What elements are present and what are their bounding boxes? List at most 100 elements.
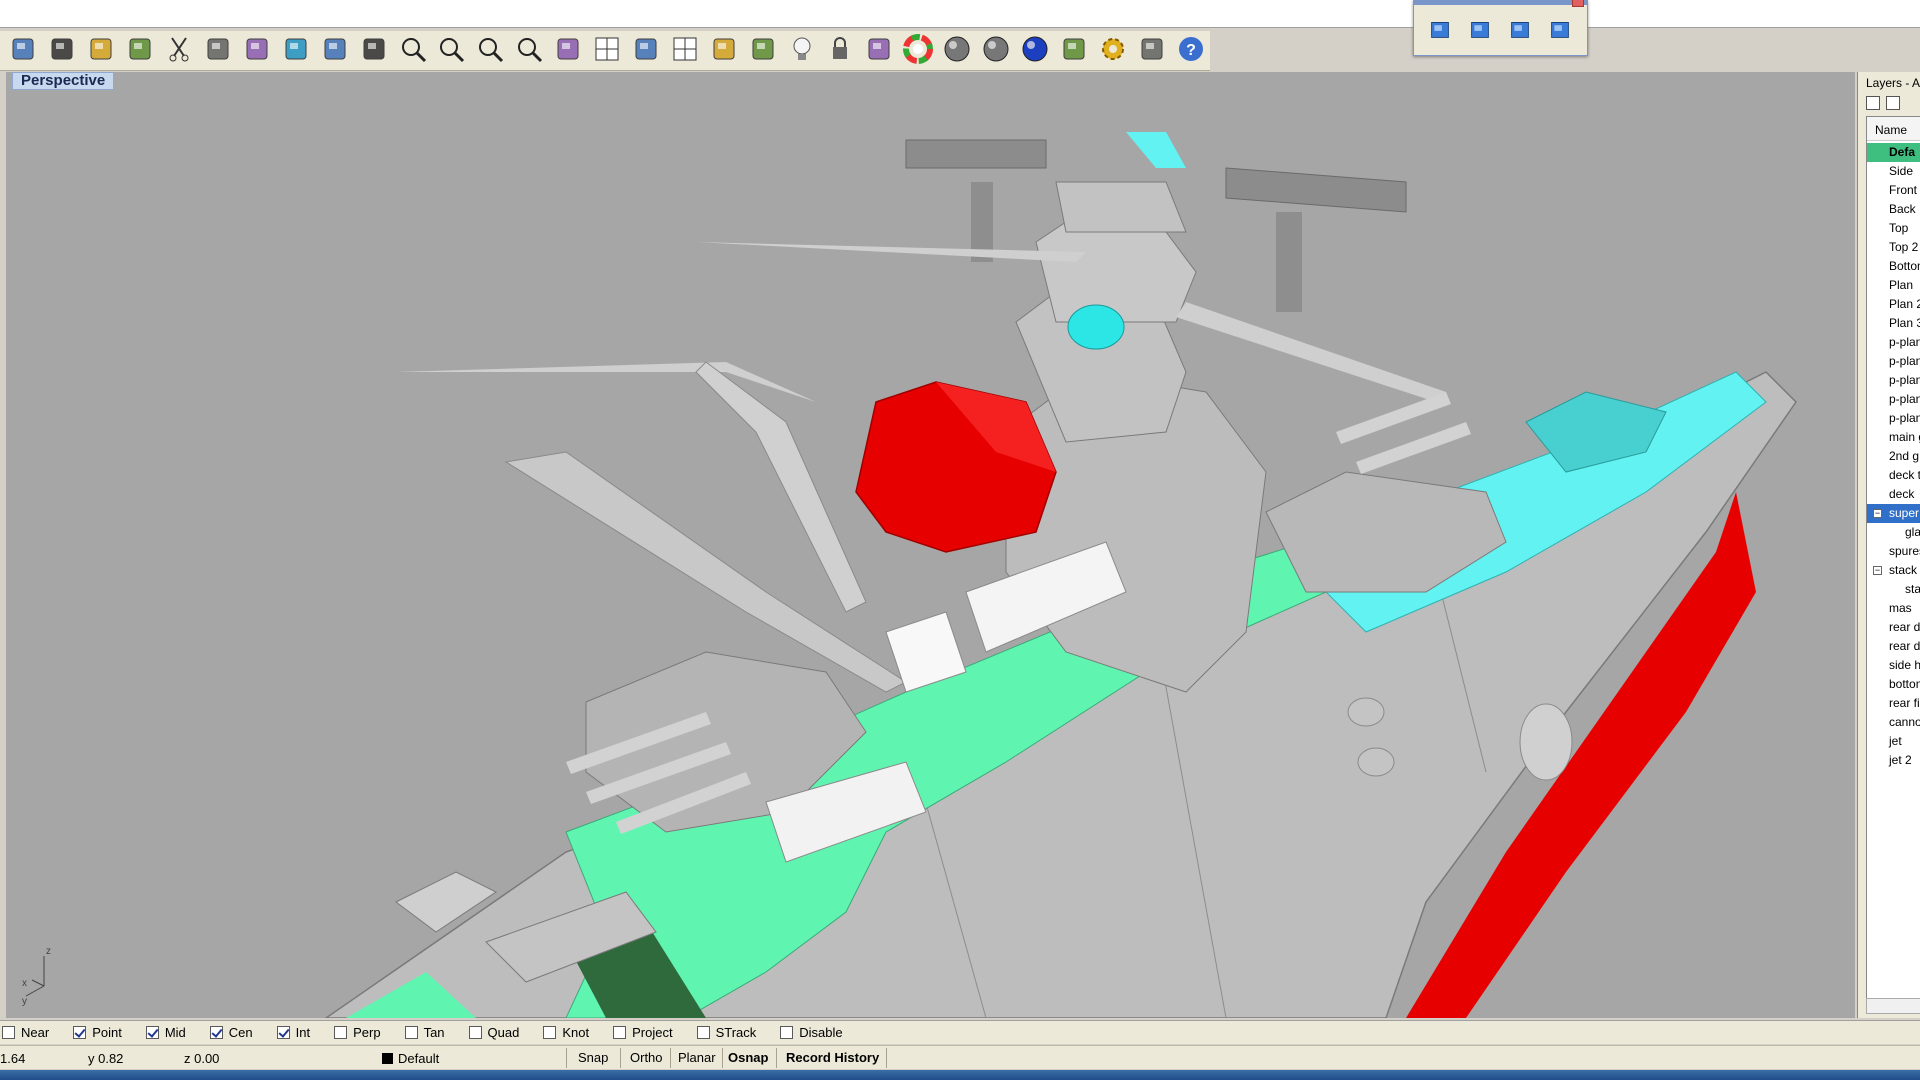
flag-button[interactable] bbox=[1054, 33, 1093, 69]
gumball-button[interactable] bbox=[743, 33, 782, 69]
osnap-disable-checkbox[interactable]: Disable bbox=[780, 1023, 843, 1043]
lock-button[interactable] bbox=[821, 33, 860, 69]
checkbox-box[interactable] bbox=[404, 1026, 418, 1039]
layers-column-header-name[interactable]: Name bbox=[1867, 117, 1920, 141]
viewport-title-tab[interactable]: Perspective bbox=[12, 72, 115, 90]
layer-item[interactable]: p-plan bbox=[1867, 409, 1920, 428]
new-layer-icon[interactable] bbox=[1866, 96, 1880, 110]
layer-item[interactable]: − stack bbox=[1867, 561, 1920, 580]
osnap-int-checkbox[interactable]: Int bbox=[276, 1023, 310, 1043]
record-history-pane-button[interactable]: Record History bbox=[782, 1049, 883, 1067]
import-button[interactable] bbox=[121, 33, 160, 69]
layer-item[interactable]: sta bbox=[1867, 580, 1920, 599]
layer-item[interactable]: 2nd g bbox=[1867, 447, 1920, 466]
paste-button[interactable] bbox=[237, 33, 276, 69]
new-file-button[interactable] bbox=[4, 33, 43, 69]
checkbox-box[interactable] bbox=[209, 1026, 223, 1039]
zoom-dynamic-button[interactable] bbox=[393, 33, 432, 69]
osnap-near-checkbox[interactable]: Near bbox=[2, 1023, 49, 1043]
rendered-sphere-button[interactable] bbox=[977, 33, 1016, 69]
command-prompt[interactable] bbox=[0, 0, 1920, 28]
osnap-cen-checkbox[interactable]: Cen bbox=[209, 1023, 253, 1043]
zoom-extents-button[interactable] bbox=[471, 33, 510, 69]
new-sublayer-icon[interactable] bbox=[1886, 96, 1900, 110]
right-view-button[interactable] bbox=[1540, 11, 1580, 49]
checkbox-box[interactable] bbox=[468, 1026, 482, 1039]
checkbox-box[interactable] bbox=[696, 1026, 710, 1039]
perspective-viewport[interactable]: Perspective z x y bbox=[6, 72, 1855, 1018]
ortho-pane-button[interactable]: Ortho bbox=[626, 1049, 667, 1067]
four-viewports-button[interactable] bbox=[588, 33, 627, 69]
layer-item[interactable]: Plan 2 bbox=[1867, 295, 1920, 314]
expand-button[interactable] bbox=[1132, 33, 1171, 69]
layer-item[interactable]: Side bbox=[1867, 162, 1920, 181]
osnap-tan-checkbox[interactable]: Tan bbox=[404, 1023, 445, 1043]
checkbox-box[interactable] bbox=[613, 1026, 627, 1039]
layer-item[interactable]: Front bbox=[1867, 181, 1920, 200]
osnap-quad-checkbox[interactable]: Quad bbox=[468, 1023, 519, 1043]
status-current-layer[interactable]: Default bbox=[382, 1051, 439, 1066]
checkbox-box[interactable] bbox=[334, 1026, 348, 1039]
layer-item[interactable]: Plan bbox=[1867, 276, 1920, 295]
layers-list[interactable]: Name Defa Side Front Back Top Top 2 Bottom Plan… bbox=[1866, 116, 1920, 1006]
layer-item[interactable]: − super bbox=[1867, 504, 1920, 523]
zoom-selected-button[interactable] bbox=[510, 33, 549, 69]
palette-close-button[interactable] bbox=[1572, 0, 1584, 7]
layer-item[interactable]: p-plan bbox=[1867, 333, 1920, 352]
layer-item[interactable]: canno bbox=[1867, 713, 1920, 732]
osnap-mid-checkbox[interactable]: Mid bbox=[145, 1023, 186, 1043]
layer-item[interactable]: spures bbox=[1867, 542, 1920, 561]
layer-item[interactable]: gla bbox=[1867, 523, 1920, 542]
layer-item[interactable]: Plan 3 bbox=[1867, 314, 1920, 333]
osnap-strack-checkbox[interactable]: STrack bbox=[696, 1023, 756, 1043]
rotate-view-button[interactable] bbox=[354, 33, 393, 69]
checkbox-box[interactable] bbox=[276, 1026, 290, 1039]
palette-title-bar[interactable] bbox=[1414, 1, 1587, 5]
cut-button[interactable] bbox=[160, 33, 199, 69]
undo-view-button[interactable] bbox=[549, 33, 588, 69]
osnap-point-checkbox[interactable]: Point bbox=[73, 1023, 122, 1043]
pan-hand-button[interactable] bbox=[315, 33, 354, 69]
checkbox-box[interactable] bbox=[780, 1026, 794, 1039]
layer-book-button[interactable] bbox=[860, 33, 899, 69]
print-button[interactable] bbox=[82, 33, 121, 69]
car-named-view-button[interactable] bbox=[627, 33, 666, 69]
zoom-window-button[interactable] bbox=[432, 33, 471, 69]
front-view-button[interactable] bbox=[1500, 11, 1540, 49]
layer-expand-toggle[interactable]: − bbox=[1873, 566, 1882, 575]
osnap-knot-checkbox[interactable]: Knot bbox=[543, 1023, 589, 1043]
osnap-pane-button[interactable]: Osnap bbox=[724, 1049, 772, 1067]
grid-plane-button[interactable] bbox=[665, 33, 704, 69]
layer-expand-toggle[interactable]: − bbox=[1873, 509, 1882, 518]
checkbox-box[interactable] bbox=[2, 1026, 15, 1039]
render-sphere-button[interactable] bbox=[1016, 33, 1055, 69]
layers-horizontal-scrollbar[interactable] bbox=[1866, 998, 1920, 1014]
undo-button[interactable] bbox=[276, 33, 315, 69]
layer-item[interactable]: p-plan bbox=[1867, 371, 1920, 390]
layer-item[interactable]: p-plan bbox=[1867, 352, 1920, 371]
snap-pane-button[interactable]: Snap bbox=[574, 1049, 612, 1067]
shaded-sphere-button[interactable] bbox=[938, 33, 977, 69]
layer-item[interactable]: deck t bbox=[1867, 466, 1920, 485]
planar-pane-button[interactable]: Planar bbox=[674, 1049, 720, 1067]
checkbox-box[interactable] bbox=[543, 1026, 557, 1039]
layer-item[interactable]: p-plan bbox=[1867, 390, 1920, 409]
gear-options-button[interactable] bbox=[1093, 33, 1132, 69]
circle-snap-button[interactable] bbox=[704, 33, 743, 69]
layer-item[interactable]: Back bbox=[1867, 200, 1920, 219]
color-wheel-button[interactable] bbox=[899, 33, 938, 69]
layer-item[interactable]: side h bbox=[1867, 656, 1920, 675]
top-view-button[interactable] bbox=[1460, 11, 1500, 49]
layer-item[interactable]: deck bbox=[1867, 485, 1920, 504]
checkbox-box[interactable] bbox=[145, 1026, 159, 1039]
layer-item[interactable]: rear fi bbox=[1867, 694, 1920, 713]
layer-item[interactable]: jet bbox=[1867, 732, 1920, 751]
perspective-view-button[interactable] bbox=[1420, 11, 1460, 49]
layer-item[interactable]: main g bbox=[1867, 428, 1920, 447]
layer-item[interactable]: Defa bbox=[1867, 143, 1920, 162]
copy-button[interactable] bbox=[199, 33, 238, 69]
osnap-project-checkbox[interactable]: Project bbox=[613, 1023, 673, 1043]
layer-item[interactable]: Top 2 bbox=[1867, 238, 1920, 257]
layer-item[interactable]: Top bbox=[1867, 219, 1920, 238]
layer-item[interactable]: rear d bbox=[1867, 618, 1920, 637]
